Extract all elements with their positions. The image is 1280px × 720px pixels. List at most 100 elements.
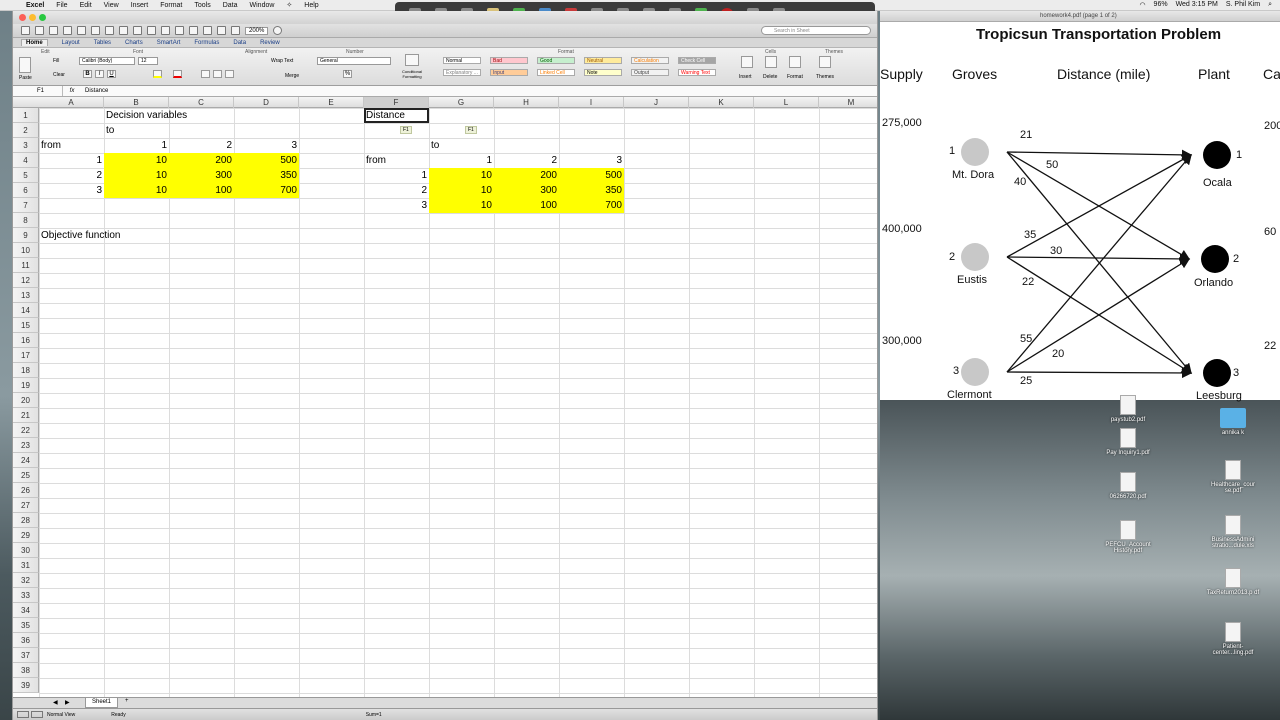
paste-button[interactable] [19,57,31,73]
row-header-37[interactable]: 37 [13,648,39,663]
undo-icon[interactable] [147,26,156,35]
row-header-29[interactable]: 29 [13,528,39,543]
cell-c5[interactable]: 300 [169,168,234,183]
tab-charts[interactable]: Charts [125,40,143,46]
desktop-icon-7[interactable]: BusinessAdmini stratio...dule.xls [1203,515,1263,549]
row-header-27[interactable]: 27 [13,498,39,513]
column-header-h[interactable]: H [494,97,559,108]
row-header-21[interactable]: 21 [13,408,39,423]
conditional-formatting-icon[interactable] [405,54,419,66]
menu-tools[interactable]: Tools [194,2,210,9]
row-header-7[interactable]: 7 [13,198,39,213]
row-header-32[interactable]: 32 [13,573,39,588]
row-header-11[interactable]: 11 [13,258,39,273]
close-window-icon[interactable] [19,14,26,21]
cell-d3[interactable]: 3 [234,138,299,153]
underline-button[interactable]: U [107,70,116,78]
cut-icon[interactable] [91,26,100,35]
italic-button[interactable]: I [95,70,104,78]
row-header-5[interactable]: 5 [13,168,39,183]
tab-review[interactable]: Review [260,40,280,46]
cell-b3[interactable]: 1 [104,138,169,153]
cell-d4[interactable]: 500 [234,153,299,168]
row-header-17[interactable]: 17 [13,348,39,363]
row-header-23[interactable]: 23 [13,438,39,453]
column-header-l[interactable]: L [754,97,819,108]
column-header-e[interactable]: E [299,97,364,108]
column-header-g[interactable]: G [429,97,494,108]
row-header-2[interactable]: 2 [13,123,39,138]
cell-style-linked-cell[interactable]: Linked Cell [537,69,575,76]
cell-g5[interactable]: 10 [429,168,494,183]
row-header-30[interactable]: 30 [13,543,39,558]
row-header-26[interactable]: 26 [13,483,39,498]
font-color-icon[interactable] [173,70,182,78]
row-header-6[interactable]: 6 [13,183,39,198]
cell-f4[interactable]: from [364,153,388,168]
script-icon[interactable]: ✧ [286,1,292,9]
format-painter-icon[interactable] [133,26,142,35]
desktop-icon-8[interactable]: TaxReturn2013.p df [1203,568,1263,596]
cell-style-calculation[interactable]: Calculation [631,57,669,64]
copy-icon[interactable] [105,26,114,35]
row-header-24[interactable]: 24 [13,453,39,468]
column-header-i[interactable]: I [559,97,624,108]
cell-style-explanatory[interactable]: Explanatory ... [443,69,481,76]
add-sheet-icon[interactable]: + [125,698,129,704]
desktop-icon-6[interactable]: PEFCU_Account History.pdf [1098,520,1158,554]
row-header-20[interactable]: 20 [13,393,39,408]
status-sum[interactable]: Sum=1 [366,712,382,718]
align-left-icon[interactable] [201,70,210,78]
tab-data[interactable]: Data [233,40,246,46]
battery-status[interactable]: 96% [1154,1,1168,9]
cell-b2[interactable]: to [104,123,116,138]
row-header-39[interactable]: 39 [13,678,39,693]
row-header-38[interactable]: 38 [13,663,39,678]
cell-d5[interactable]: 350 [234,168,299,183]
toolbox-icon[interactable] [231,26,240,35]
cell-a5[interactable]: 2 [39,168,104,183]
menu-edit[interactable]: Edit [80,2,92,9]
insert-cells-button[interactable] [741,56,753,68]
format-cells-button[interactable] [789,56,801,68]
number-format-select[interactable]: General [317,57,391,65]
menu-help[interactable]: Help [304,2,318,9]
fx-icon[interactable]: fx [63,88,81,94]
cell-i4[interactable]: 3 [559,153,624,168]
bold-button[interactable]: B [83,70,92,78]
row-header-13[interactable]: 13 [13,288,39,303]
desktop-icon-4[interactable]: 06266720.pdf [1098,472,1158,500]
column-header-k[interactable]: K [689,97,754,108]
wifi-icon[interactable]: ◠ [1139,1,1145,9]
desktop-icon-2[interactable]: Pay Inquiry1.pdf [1098,428,1158,456]
cell-c4[interactable]: 200 [169,153,234,168]
cell-g6[interactable]: 10 [429,183,494,198]
row-header-14[interactable]: 14 [13,303,39,318]
cell-style-neutral[interactable]: Neutral [584,57,622,64]
desktop-icon-3[interactable]: annika k [1203,408,1263,436]
cell-style-normal[interactable]: Normal [443,57,481,64]
row-header-1[interactable]: 1 [13,108,39,123]
align-right-icon[interactable] [225,70,234,78]
row-header-25[interactable]: 25 [13,468,39,483]
prev-sheet-icon[interactable]: ◀ [53,699,58,706]
minimize-window-icon[interactable] [29,14,36,21]
menu-file[interactable]: File [56,2,67,9]
redo-icon[interactable] [161,26,170,35]
clock[interactable]: Wed 3:15 PM [1176,1,1218,9]
tab-layout[interactable]: Layout [62,40,80,46]
cell-a6[interactable]: 3 [39,183,104,198]
cell-a4[interactable]: 1 [39,153,104,168]
column-header-f[interactable]: F [364,97,429,108]
cell-h4[interactable]: 2 [494,153,559,168]
cell-h5[interactable]: 200 [494,168,559,183]
gallery-icon[interactable] [217,26,226,35]
desktop-icon-5[interactable]: Healthcare_cour se.pdf [1203,460,1263,494]
column-header-c[interactable]: C [169,97,234,108]
cell-style-warning-text[interactable]: Warning Text [678,69,716,76]
spotlight-icon[interactable]: ⌕ [1268,1,1272,9]
tab-sheet1[interactable]: Sheet1 [85,698,119,708]
themes-button[interactable] [819,56,831,68]
row-header-16[interactable]: 16 [13,333,39,348]
page-layout-view-icon[interactable] [31,711,43,718]
